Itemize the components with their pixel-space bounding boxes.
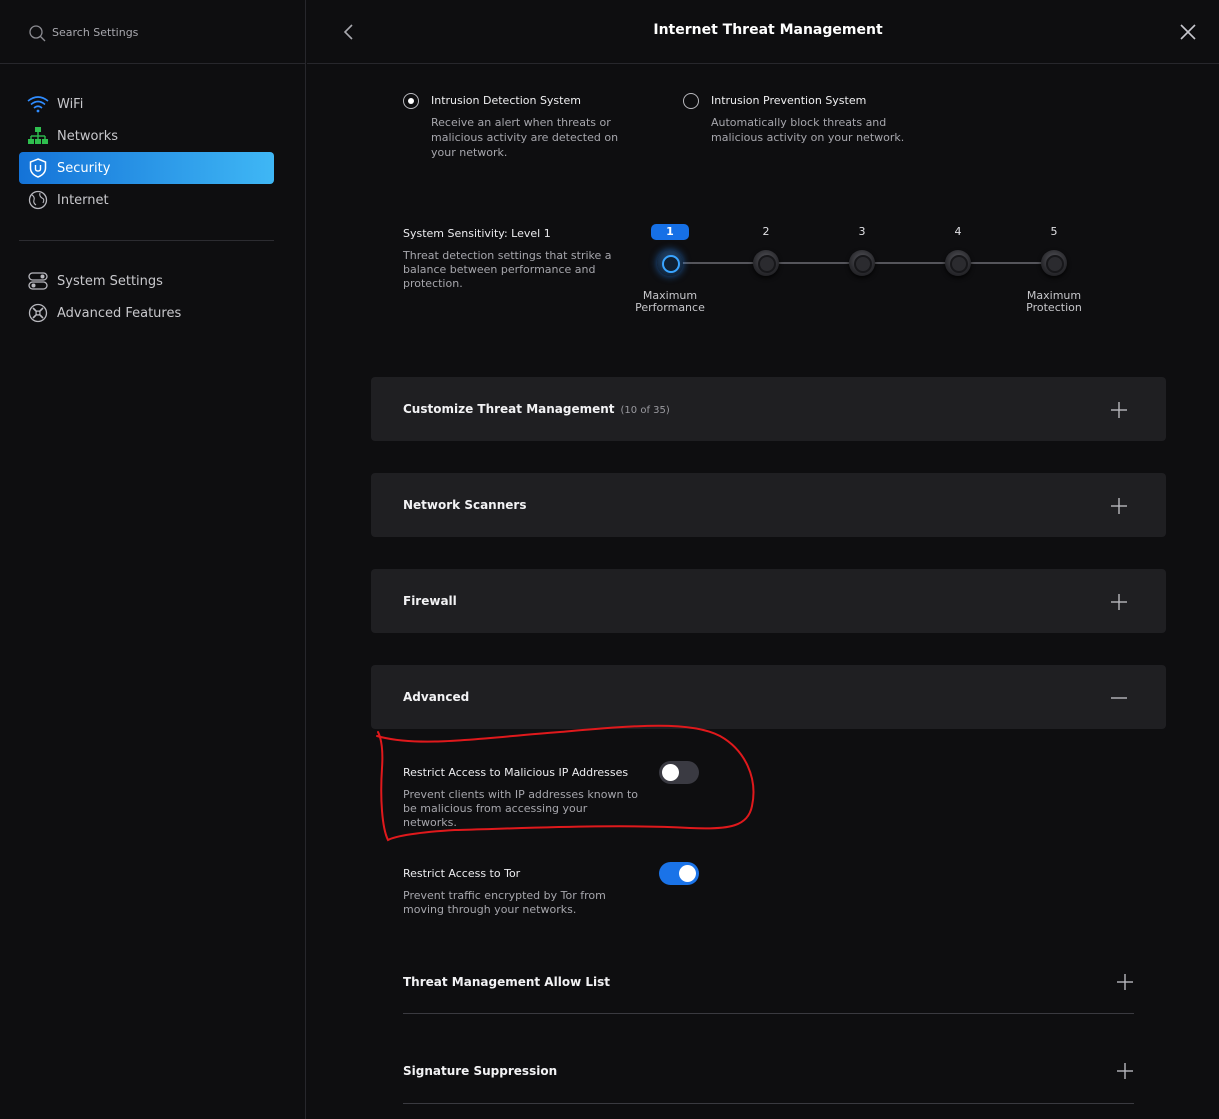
sidebar-item-system-settings[interactable]: System Settings bbox=[19, 265, 274, 297]
plus-icon[interactable] bbox=[1116, 973, 1134, 991]
section-title: Firewall bbox=[403, 594, 457, 608]
plus-icon[interactable] bbox=[1110, 497, 1128, 515]
threat-count: (10 of 35) bbox=[620, 405, 670, 416]
ips-description: Automatically block threats and maliciou… bbox=[711, 116, 905, 144]
sidebar-nav-secondary: System Settings Advanced Features bbox=[19, 265, 274, 329]
sidebar-item-networks[interactable]: Networks bbox=[19, 120, 274, 152]
close-icon[interactable] bbox=[1177, 21, 1199, 43]
sidebar: WiFi Networks bbox=[0, 0, 306, 1119]
minus-icon[interactable] bbox=[1110, 689, 1128, 707]
sidebar-item-label: Networks bbox=[57, 128, 119, 144]
toggle-thumb bbox=[679, 865, 696, 882]
network-topology-icon bbox=[27, 125, 49, 147]
network-scanners-section[interactable]: Network Scanners bbox=[371, 473, 1166, 537]
max-performance-label: Maximum Performance bbox=[635, 289, 705, 314]
sidebar-item-internet[interactable]: Internet bbox=[19, 184, 274, 216]
tor-description: Prevent traffic encrypted by Tor from mo… bbox=[403, 889, 606, 916]
section-title: Customize Threat Management (10 of 35) bbox=[403, 402, 670, 416]
ids-radio[interactable] bbox=[403, 93, 419, 109]
advanced-section[interactable]: Advanced bbox=[371, 665, 1166, 729]
sidebar-item-wifi[interactable]: WiFi bbox=[19, 88, 274, 120]
sidebar-item-label: Internet bbox=[57, 192, 109, 208]
sidebar-item-label: Advanced Features bbox=[57, 305, 182, 321]
firewall-section[interactable]: Firewall bbox=[371, 569, 1166, 633]
level-1-label: 1 bbox=[651, 224, 689, 240]
search-input[interactable] bbox=[52, 22, 282, 42]
sidebar-item-advanced-features[interactable]: Advanced Features bbox=[19, 297, 274, 329]
customize-threat-management-section[interactable]: Customize Threat Management (10 of 35) bbox=[371, 377, 1166, 441]
ips-radio[interactable] bbox=[683, 93, 699, 109]
malicious-ip-toggle[interactable] bbox=[659, 761, 699, 784]
tor-toggle[interactable] bbox=[659, 862, 699, 885]
plus-icon[interactable] bbox=[1116, 1062, 1134, 1080]
section-title: Threat Management Allow List bbox=[403, 975, 610, 989]
level-2-label: 2 bbox=[762, 225, 770, 238]
signature-suppression-section[interactable]: Signature Suppression bbox=[403, 1062, 1134, 1104]
search-icon bbox=[29, 25, 46, 42]
level-5-label: 5 bbox=[1050, 225, 1058, 238]
level-3-knob[interactable] bbox=[849, 250, 875, 276]
max-protection-label: Maximum Protection bbox=[1026, 289, 1082, 314]
search-bar bbox=[0, 0, 305, 64]
section-title: Advanced bbox=[403, 690, 470, 704]
level-2-knob[interactable] bbox=[753, 250, 779, 276]
tor-title: Restrict Access to Tor bbox=[403, 867, 521, 880]
toggle-thumb bbox=[662, 764, 679, 781]
globe-icon bbox=[27, 189, 49, 211]
sidebar-divider bbox=[19, 240, 274, 241]
page-header: Internet Threat Management bbox=[307, 0, 1219, 64]
level-5-knob[interactable] bbox=[1041, 250, 1067, 276]
wifi-icon bbox=[27, 93, 49, 115]
malicious-ip-description: Prevent clients with IP addresses known … bbox=[403, 788, 638, 829]
ids-option[interactable]: Intrusion Detection System Receive an al… bbox=[403, 93, 653, 163]
ips-title: Intrusion Prevention System bbox=[711, 94, 867, 107]
plus-icon[interactable] bbox=[1110, 401, 1128, 419]
plus-icon[interactable] bbox=[1110, 593, 1128, 611]
level-1-knob[interactable] bbox=[657, 250, 683, 276]
section-title: Signature Suppression bbox=[403, 1064, 558, 1078]
sensitivity-title: System Sensitivity: Level 1 bbox=[403, 227, 551, 240]
allow-list-section[interactable]: Threat Management Allow List bbox=[403, 973, 1134, 1014]
level-4-label: 4 bbox=[954, 225, 962, 238]
ids-title: Intrusion Detection System bbox=[431, 94, 581, 107]
section-title: Network Scanners bbox=[403, 498, 527, 512]
sidebar-item-security[interactable]: Security bbox=[19, 152, 274, 184]
section-title-text: Customize Threat Management bbox=[403, 402, 615, 416]
sidebar-item-label: Security bbox=[57, 160, 111, 176]
ips-option[interactable]: Intrusion Prevention System Automaticall… bbox=[683, 93, 933, 153]
sidebar-nav: WiFi Networks Security Internet bbox=[19, 88, 274, 216]
ids-description: Receive an alert when threats or malicio… bbox=[431, 116, 619, 159]
tools-icon bbox=[27, 302, 49, 324]
sidebar-item-label: System Settings bbox=[57, 273, 163, 289]
level-4-knob[interactable] bbox=[945, 250, 971, 276]
sidebar-item-label: WiFi bbox=[57, 96, 84, 112]
sensitivity-description: Threat detection settings that strike a … bbox=[403, 249, 612, 290]
toggle-settings-icon bbox=[27, 270, 49, 292]
page-title: Internet Threat Management bbox=[653, 22, 883, 38]
malicious-ip-title: Restrict Access to Malicious IP Addresse… bbox=[403, 766, 629, 779]
level-3-label: 3 bbox=[858, 225, 866, 238]
shield-icon bbox=[27, 157, 49, 179]
